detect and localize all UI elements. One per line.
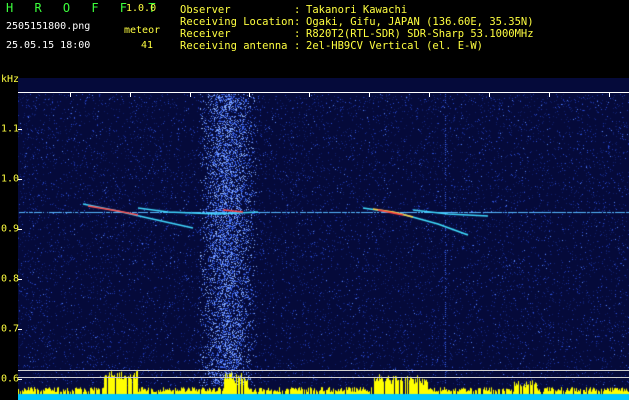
info-label-receiver: Receiver	[180, 28, 231, 40]
info-colon: :	[294, 40, 301, 52]
reference-line-lower	[18, 377, 629, 378]
app-version: 1.0.0	[126, 3, 157, 14]
x-axis-line	[18, 92, 629, 93]
info-label-antenna: Receiving antenna	[180, 40, 288, 52]
spectrogram-overlay	[18, 92, 629, 380]
reference-line-upper	[18, 370, 629, 371]
info-colons: : : : :	[294, 4, 300, 52]
info-label-observer: Observer	[180, 4, 231, 16]
file-name: 2505151800.png	[6, 21, 91, 32]
y-tick-label: 0.6	[1, 373, 20, 385]
info-colon: :	[294, 4, 301, 16]
info-label-location: Receiving Location	[180, 16, 294, 28]
info-values: Takanori Kawachi Ogaki, Gifu, JAPAN (136…	[306, 4, 534, 52]
info-colon: :	[294, 16, 301, 28]
y-tick-label: 0.8	[1, 273, 20, 285]
info-labels: Observer Receiving Location Receiver Rec…	[180, 4, 294, 52]
meteor-label: meteor	[124, 25, 161, 36]
date-time: 25.05.15 18:00	[6, 40, 91, 51]
info-value-observer: Takanori Kawachi	[306, 4, 408, 16]
info-value-antenna: 2el-HB9CV Vertical (el. E-W)	[306, 40, 484, 52]
y-tick-label: 0.7	[1, 323, 20, 335]
y-tick-label: 0.9	[1, 223, 20, 235]
y-unit-label: kHz	[1, 74, 20, 85]
info-colon: :	[294, 28, 301, 40]
meteor-count: 41	[141, 40, 154, 51]
info-value-location: Ogaki, Gifu, JAPAN (136.60E, 35.35N)	[306, 16, 534, 28]
y-tick-label: 1.1	[1, 123, 20, 135]
y-tick-label: 1.0	[1, 173, 20, 185]
info-value-receiver: R820T2(RTL-SDR) SDR-Sharp 53.1000MHz	[306, 28, 534, 40]
